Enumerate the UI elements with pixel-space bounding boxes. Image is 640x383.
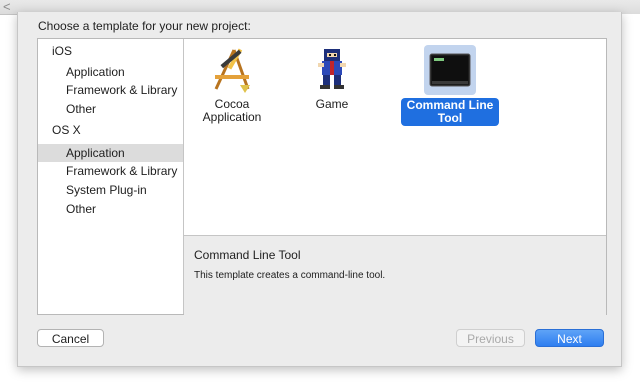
sidebar-group-ios: iOS <box>52 44 73 58</box>
back-chevron-icon[interactable]: < <box>3 0 11 14</box>
new-project-sheet: Choose a template for your new project: … <box>17 12 622 367</box>
sidebar-item-ios-application[interactable]: Application <box>38 63 183 81</box>
sidebar-item-ios-framework-library[interactable]: Framework & Library <box>38 81 183 99</box>
sidebar-item-osx-system-plugin[interactable]: System Plug-in <box>38 181 183 199</box>
platform-sidebar: iOS Application Framework & Library Othe… <box>38 39 184 314</box>
cancel-button[interactable]: Cancel <box>37 329 104 347</box>
cocoa-app-icon <box>206 45 258 95</box>
template-label-line1: Game <box>315 97 349 111</box>
template-grid: Cocoa Application Game Command Line Tool <box>184 39 606 235</box>
description-title: Command Line Tool <box>194 248 301 262</box>
template-chooser: iOS Application Framework & Library Othe… <box>37 38 607 315</box>
next-button[interactable]: Next <box>535 329 604 347</box>
terminal-icon <box>424 45 476 95</box>
template-game[interactable]: Game <box>286 45 378 111</box>
description-text: This template creates a command-line too… <box>194 270 386 281</box>
sidebar-group-osx: OS X <box>52 123 81 137</box>
sidebar-item-osx-framework-library[interactable]: Framework & Library <box>38 162 183 180</box>
template-description-panel: Command Line Tool This template creates … <box>184 235 606 315</box>
sidebar-item-ios-other[interactable]: Other <box>38 100 183 118</box>
template-label-line2: Application <box>202 110 262 124</box>
game-sprite-icon <box>306 45 358 95</box>
sheet-prompt: Choose a template for your new project: <box>38 19 251 33</box>
sidebar-item-osx-application[interactable]: Application <box>38 144 183 162</box>
previous-button[interactable]: Previous <box>456 329 525 347</box>
sidebar-item-osx-other[interactable]: Other <box>38 200 183 218</box>
template-cocoa-application[interactable]: Cocoa Application <box>186 45 278 124</box>
template-label-line2: Tool <box>437 111 463 125</box>
template-command-line-tool[interactable]: Command Line Tool <box>397 45 503 126</box>
